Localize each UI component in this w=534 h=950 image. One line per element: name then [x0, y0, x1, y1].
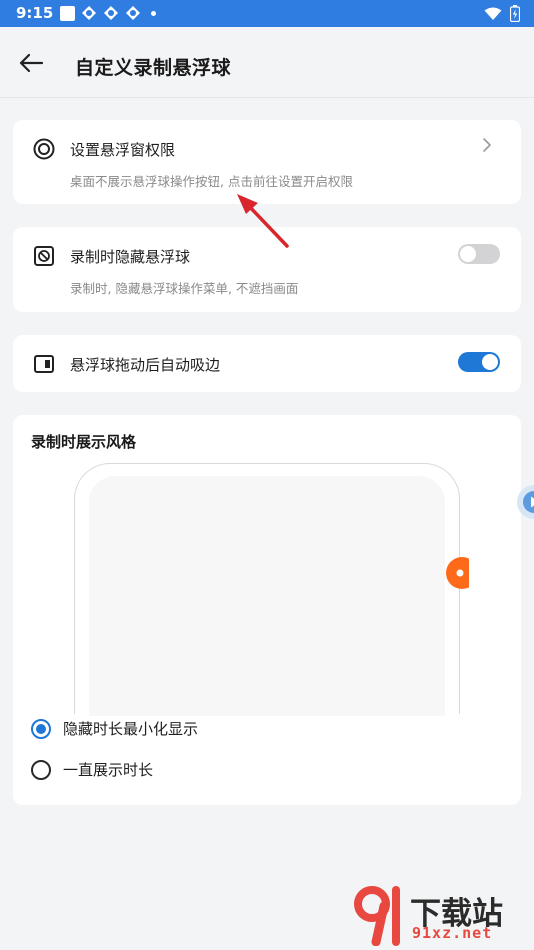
wifi-icon	[484, 7, 502, 20]
notification-app-icon	[82, 6, 96, 20]
hide-during-record-subtitle: 录制时, 隐藏悬浮球操作菜单, 不遮挡画面	[70, 281, 299, 296]
radio-selected	[31, 718, 51, 739]
permission-subtitle: 桌面不展示悬浮球操作按钮, 点击前往设置开启权限	[70, 174, 353, 189]
option-minimize-duration[interactable]: 隐藏时长最小化显示	[31, 718, 198, 739]
option-always-show-duration[interactable]: 一直展示时长	[31, 759, 153, 780]
hide-during-record-title: 录制时隐藏悬浮球	[70, 248, 191, 266]
radio-unselected	[31, 759, 51, 780]
toggle-knob	[482, 354, 498, 370]
watermark-logo-icon	[354, 886, 400, 946]
hide-ball-icon	[34, 246, 54, 266]
watermark: 下载站 91xz.net	[348, 884, 528, 948]
status-bar: 9:15	[0, 0, 534, 27]
option-label: 一直展示时长	[63, 761, 154, 779]
notification-square-icon	[60, 5, 75, 21]
dock-edge-icon	[34, 355, 54, 373]
play-icon	[523, 491, 534, 513]
auto-edge-card: 悬浮球拖动后自动吸边	[13, 335, 521, 392]
phone-preview-screen	[89, 476, 445, 716]
status-time: 9:15	[16, 4, 54, 22]
auto-edge-toggle[interactable]	[458, 352, 500, 372]
notification-app-icon	[126, 6, 140, 20]
record-circle-icon	[33, 138, 55, 160]
notification-icons	[60, 5, 156, 21]
edge-floating-widget[interactable]	[517, 485, 534, 519]
hide-during-record-toggle[interactable]	[458, 244, 500, 264]
back-arrow-icon[interactable]	[18, 52, 44, 74]
floating-ball-icon	[446, 557, 469, 589]
option-label: 隐藏时长最小化显示	[63, 720, 199, 738]
permission-title: 设置悬浮窗权限	[70, 141, 176, 159]
app-bar: 自定义录制悬浮球	[0, 27, 534, 98]
auto-edge-title: 悬浮球拖动后自动吸边	[70, 356, 221, 374]
page-title: 自定义录制悬浮球	[75, 57, 232, 79]
display-style-title: 录制时展示风格	[31, 433, 137, 451]
hide-during-record-card: 录制时隐藏悬浮球 录制时, 隐藏悬浮球操作菜单, 不遮挡画面	[13, 227, 521, 312]
chevron-right-icon	[483, 138, 491, 152]
display-style-card: 录制时展示风格 隐藏时长最小化显示 一直展示时长	[13, 415, 521, 805]
watermark-url: 91xz.net	[412, 924, 493, 942]
permission-card[interactable]: 设置悬浮窗权限 桌面不展示悬浮球操作按钮, 点击前往设置开启权限	[13, 120, 521, 204]
toggle-knob	[460, 246, 476, 262]
phone-preview	[74, 463, 460, 716]
battery-charging-icon	[510, 5, 520, 22]
notification-app-icon	[104, 6, 118, 20]
more-notifications-dot-icon	[151, 10, 156, 16]
